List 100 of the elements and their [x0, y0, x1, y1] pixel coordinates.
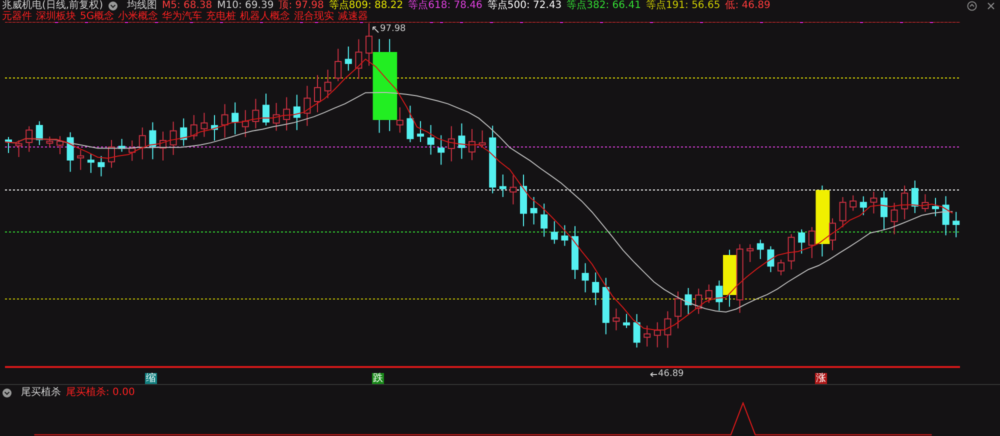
- candle: [530, 196, 538, 225]
- candle: [438, 134, 445, 166]
- collapse-icon[interactable]: [967, 0, 977, 10]
- candle: [839, 196, 846, 228]
- candle: [798, 228, 806, 254]
- concept-tag[interactable]: 减速器: [338, 11, 368, 22]
- candle: [180, 118, 188, 146]
- candle: [396, 106, 404, 134]
- indicator-value: 顶: 97.98: [278, 0, 324, 11]
- stock-title: 兆威机电(日线,前复权): [2, 0, 103, 11]
- candle: [242, 110, 249, 138]
- candle: [778, 259, 784, 276]
- candle: [890, 202, 898, 235]
- indicator-value: 等点500: 72.43: [487, 0, 562, 11]
- candle: [510, 174, 517, 205]
- candle: [644, 325, 651, 348]
- candle: [561, 224, 568, 246]
- candle: [592, 272, 600, 306]
- candle: [695, 288, 702, 314]
- candle: [870, 191, 878, 214]
- indicator-value: 等点809: 88.22: [328, 0, 404, 11]
- candle: [46, 136, 54, 148]
- candle: [458, 122, 466, 160]
- candle: [118, 138, 126, 152]
- candle: [15, 140, 22, 158]
- candle: [582, 262, 589, 293]
- candle: [478, 130, 486, 148]
- candle: [499, 174, 506, 198]
- candle: [26, 126, 33, 152]
- candle: [623, 313, 630, 328]
- candle: [684, 288, 692, 315]
- indicator-value: 等点191: 56.65: [646, 0, 720, 11]
- candle: [427, 124, 434, 156]
- indicator-value: M10: 69.39: [217, 0, 274, 11]
- indicator-name: 均线图: [126, 0, 157, 11]
- concept-tag[interactable]: 混合现实: [294, 11, 334, 22]
- candle: [77, 150, 84, 170]
- signal-marker: 涨: [815, 373, 827, 384]
- candle: [468, 128, 476, 161]
- highlighted-candle: [816, 185, 830, 257]
- candle: [406, 105, 414, 143]
- concept-tag[interactable]: 华为汽车: [162, 11, 202, 22]
- close-icon[interactable]: [986, 0, 996, 10]
- candle: [149, 122, 156, 160]
- candle: [232, 102, 239, 135]
- signal-marker: 缩: [145, 373, 157, 384]
- concept-tag[interactable]: 小米概念: [118, 11, 158, 22]
- sub-indicator-value: 尾买植杀: 0.00: [66, 387, 135, 398]
- arrow-icon: [650, 372, 657, 376]
- arrow-icon: [372, 26, 379, 32]
- concept-tag[interactable]: 元器件: [2, 11, 32, 22]
- indicator-value: 等点382: 66.41: [566, 0, 641, 11]
- candle: [355, 38, 362, 80]
- candle: [705, 284, 712, 304]
- candle: [190, 114, 198, 140]
- concept-tag[interactable]: 机器人概念: [240, 11, 290, 22]
- candle: [550, 220, 558, 244]
- candle: [746, 244, 754, 262]
- highlighted-candle: [723, 249, 737, 308]
- candle: [808, 226, 816, 259]
- candle: [736, 244, 744, 314]
- dropdown-icon[interactable]: [2, 388, 12, 398]
- candle: [901, 185, 908, 220]
- candle: [36, 120, 43, 146]
- candle: [98, 155, 105, 177]
- candle: [880, 190, 888, 230]
- concept-tag[interactable]: 5G概念: [80, 11, 114, 22]
- indicator-value: M5: 68.38: [162, 0, 212, 11]
- candle: [293, 94, 300, 131]
- candle: [221, 104, 228, 138]
- candle: [756, 239, 764, 260]
- low-price-label: 46.89: [658, 369, 684, 379]
- candle: [5, 136, 12, 154]
- candle: [932, 197, 939, 217]
- concept-tag[interactable]: 充电桩: [206, 11, 236, 22]
- candle: [911, 180, 918, 214]
- candle: [664, 310, 672, 348]
- concept-tag[interactable]: 深圳板块: [36, 11, 76, 22]
- candle: [262, 93, 270, 126]
- indicator-value: 等点618: 78.46: [408, 0, 482, 11]
- candle: [860, 196, 867, 216]
- candle: [160, 131, 166, 162]
- candle: [767, 246, 774, 273]
- signal-marker: 跌: [372, 373, 384, 384]
- candle: [272, 102, 280, 132]
- peak-price-label: 97.98: [380, 24, 406, 34]
- candle: [66, 132, 74, 172]
- candle: [211, 114, 218, 142]
- candle: [674, 291, 682, 329]
- candle: [716, 280, 723, 312]
- dropdown-icon[interactable]: [108, 0, 118, 10]
- candle: [108, 140, 115, 168]
- candle: [304, 85, 311, 126]
- candle: [612, 308, 620, 331]
- candle: [56, 136, 64, 155]
- candle: [572, 226, 578, 280]
- candle: [952, 211, 960, 238]
- sub-indicator-name: 尾买植杀: [21, 387, 61, 398]
- candle: [334, 48, 342, 82]
- candle: [942, 196, 950, 236]
